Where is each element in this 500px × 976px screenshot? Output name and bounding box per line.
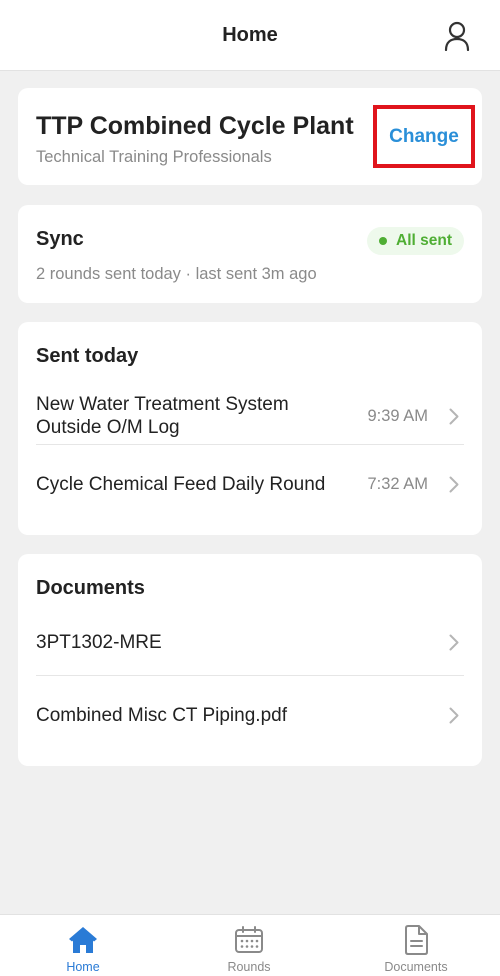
document-name: Combined Misc CT Piping.pdf xyxy=(36,704,287,726)
sync-card: Sync All sent 2 rounds sent today · last… xyxy=(18,205,482,303)
tab-home-label: Home xyxy=(66,960,100,974)
sent-today-title: Sent today xyxy=(36,345,139,367)
status-dot-icon xyxy=(379,237,388,245)
sync-title: Sync xyxy=(36,228,84,250)
round-name: Cycle Chemical Feed Daily Round xyxy=(36,473,326,495)
tab-rounds-label: Rounds xyxy=(227,960,271,974)
plant-organization: Technical Training Professionals xyxy=(36,148,272,166)
tab-rounds[interactable]: Rounds xyxy=(199,915,299,976)
bottom-tab-bar: Home Rounds Documents xyxy=(0,914,500,976)
calendar-icon xyxy=(233,925,265,955)
page-title: Home xyxy=(222,23,278,46)
document-name: 3PT1302-MRE xyxy=(36,631,162,653)
chevron-right-icon xyxy=(448,706,460,724)
list-item[interactable]: Cycle Chemical Feed Daily Round 7:32 AM xyxy=(36,458,464,510)
plant-card: TTP Combined Cycle Plant Technical Train… xyxy=(18,88,482,185)
user-icon xyxy=(444,21,470,51)
round-time: 9:39 AM xyxy=(367,406,428,425)
divider xyxy=(36,675,464,676)
list-item[interactable]: Combined Misc CT Piping.pdf xyxy=(36,693,464,737)
tab-home[interactable]: Home xyxy=(33,915,133,976)
sync-status-label: All sent xyxy=(396,232,452,249)
document-icon xyxy=(400,925,432,955)
tab-documents[interactable]: Documents xyxy=(366,915,466,976)
chevron-right-icon xyxy=(448,475,460,493)
home-icon xyxy=(67,925,99,955)
list-item[interactable]: 3PT1302-MRE xyxy=(36,620,464,664)
chevron-right-icon xyxy=(448,633,460,651)
sent-today-card: Sent today New Water Treatment System Ou… xyxy=(18,322,482,535)
chevron-right-icon xyxy=(448,407,460,425)
list-item[interactable]: New Water Treatment System Outside O/M L… xyxy=(36,388,464,444)
round-time: 7:32 AM xyxy=(367,474,428,493)
plant-name: TTP Combined Cycle Plant xyxy=(36,112,354,140)
app-header: Home xyxy=(0,0,500,71)
documents-card: Documents 3PT1302-MRE Combined Misc CT P… xyxy=(18,554,482,766)
profile-button[interactable] xyxy=(442,20,472,52)
sync-status-badge: All sent xyxy=(367,227,464,255)
divider xyxy=(36,444,464,445)
tab-documents-label: Documents xyxy=(384,960,448,974)
sync-summary: 2 rounds sent today · last sent 3m ago xyxy=(36,265,317,283)
change-plant-button[interactable]: Change xyxy=(373,105,475,168)
round-name: New Water Treatment System Outside O/M L… xyxy=(36,394,289,438)
documents-title: Documents xyxy=(36,577,145,599)
